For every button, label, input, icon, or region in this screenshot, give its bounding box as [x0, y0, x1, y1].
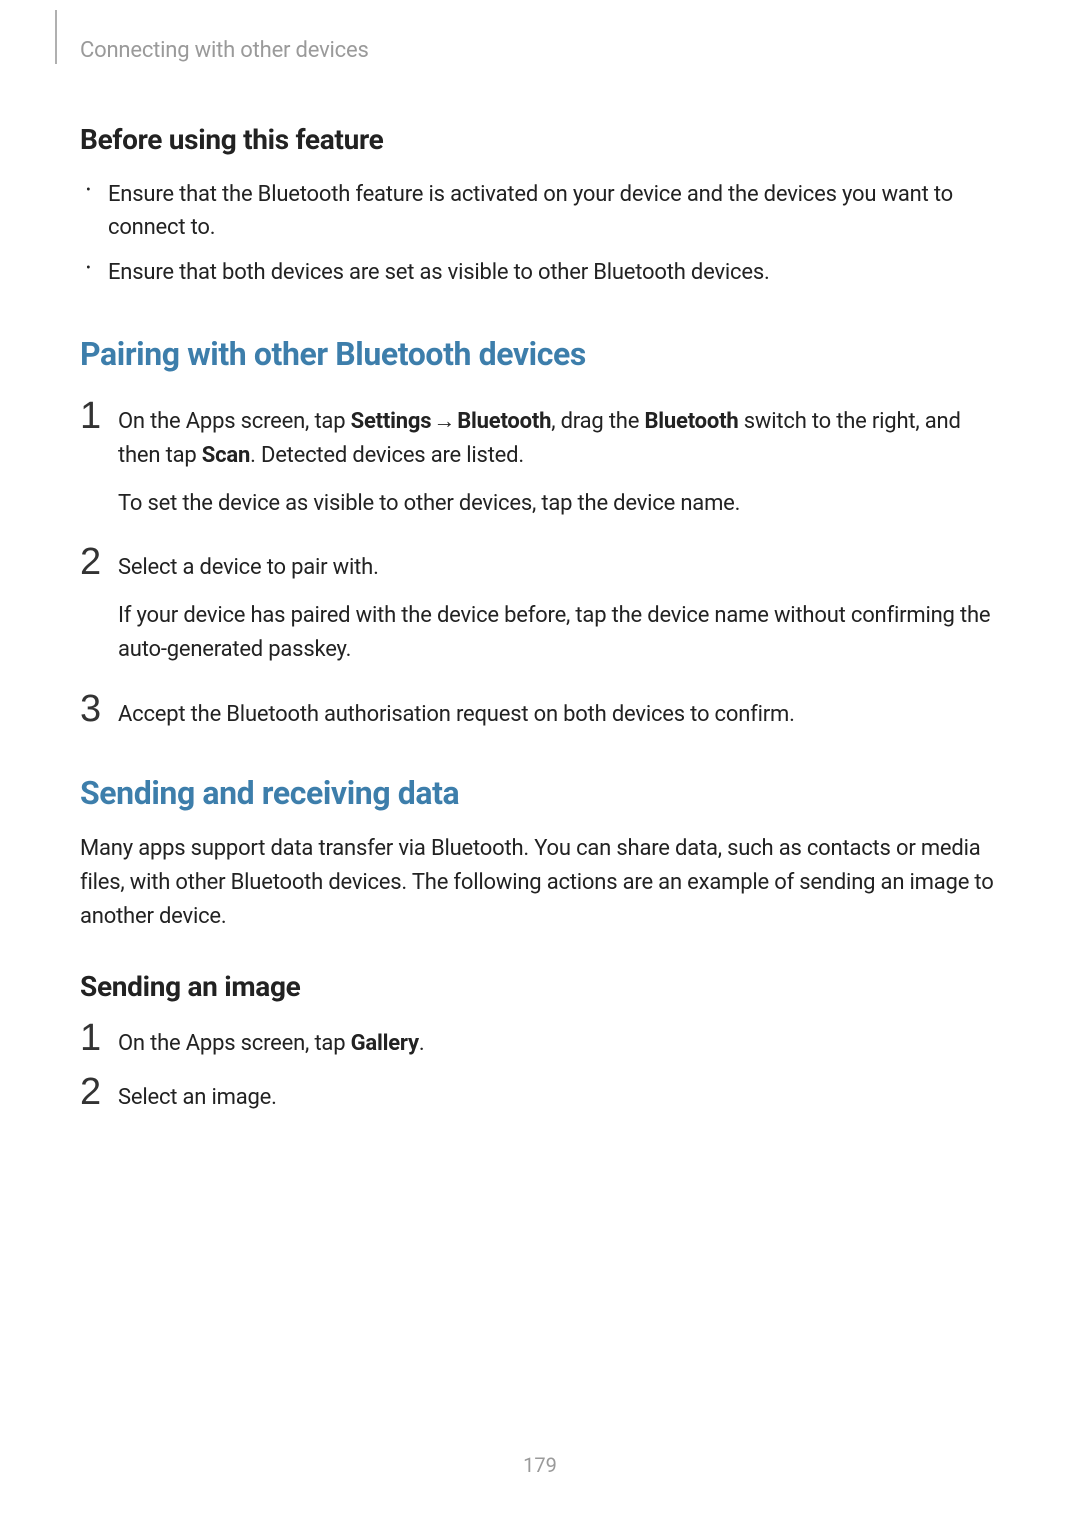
step-body: On the Apps screen, tap Gallery. — [112, 1025, 1000, 1061]
bullet-item: Ensure that the Bluetooth feature is act… — [108, 178, 1000, 244]
bullet-list: Ensure that the Bluetooth feature is act… — [80, 178, 1000, 289]
bullet-item: Ensure that both devices are set as visi… — [108, 256, 1000, 289]
step-body: Accept the Bluetooth authorisation reque… — [112, 696, 1000, 732]
breadcrumb: Connecting with other devices — [80, 38, 1000, 63]
step-text: If your device has paired with the devic… — [118, 599, 1000, 667]
step-body: On the Apps screen, tap Settings → Bluet… — [112, 403, 1000, 521]
section-heading-pairing: Pairing with other Bluetooth devices — [80, 335, 1000, 373]
step-item: 1 On the Apps screen, tap Settings → Blu… — [80, 403, 1000, 521]
step-body: Select an image. — [112, 1079, 1000, 1115]
step-number: 2 — [80, 543, 112, 581]
step-text: Select a device to pair with. — [118, 551, 1000, 585]
step-number: 1 — [80, 397, 112, 435]
step-text: On the Apps screen, tap Settings → Bluet… — [118, 405, 1000, 473]
page-number: 179 — [0, 1453, 1080, 1477]
step-item: 2 Select a device to pair with. If your … — [80, 549, 1000, 667]
step-body: Select a device to pair with. If your de… — [112, 549, 1000, 667]
subheading-before-using: Before using this feature — [80, 123, 1000, 156]
step-text: To set the device as visible to other de… — [118, 487, 1000, 521]
step-text: Accept the Bluetooth authorisation reque… — [118, 698, 1000, 732]
subheading-sending-image: Sending an image — [80, 970, 1000, 1003]
step-item: 1 On the Apps screen, tap Gallery. — [80, 1025, 1000, 1061]
step-number: 1 — [80, 1019, 112, 1057]
step-item: 2 Select an image. — [80, 1079, 1000, 1115]
step-text: Select an image. — [118, 1081, 1000, 1115]
header-divider — [55, 10, 57, 64]
step-item: 3 Accept the Bluetooth authorisation req… — [80, 696, 1000, 732]
step-text: On the Apps screen, tap Gallery. — [118, 1027, 1000, 1061]
step-number: 3 — [80, 690, 112, 728]
intro-paragraph: Many apps support data transfer via Blue… — [80, 832, 1000, 934]
section-heading-sending: Sending and receiving data — [80, 774, 1000, 812]
step-number: 2 — [80, 1073, 112, 1111]
